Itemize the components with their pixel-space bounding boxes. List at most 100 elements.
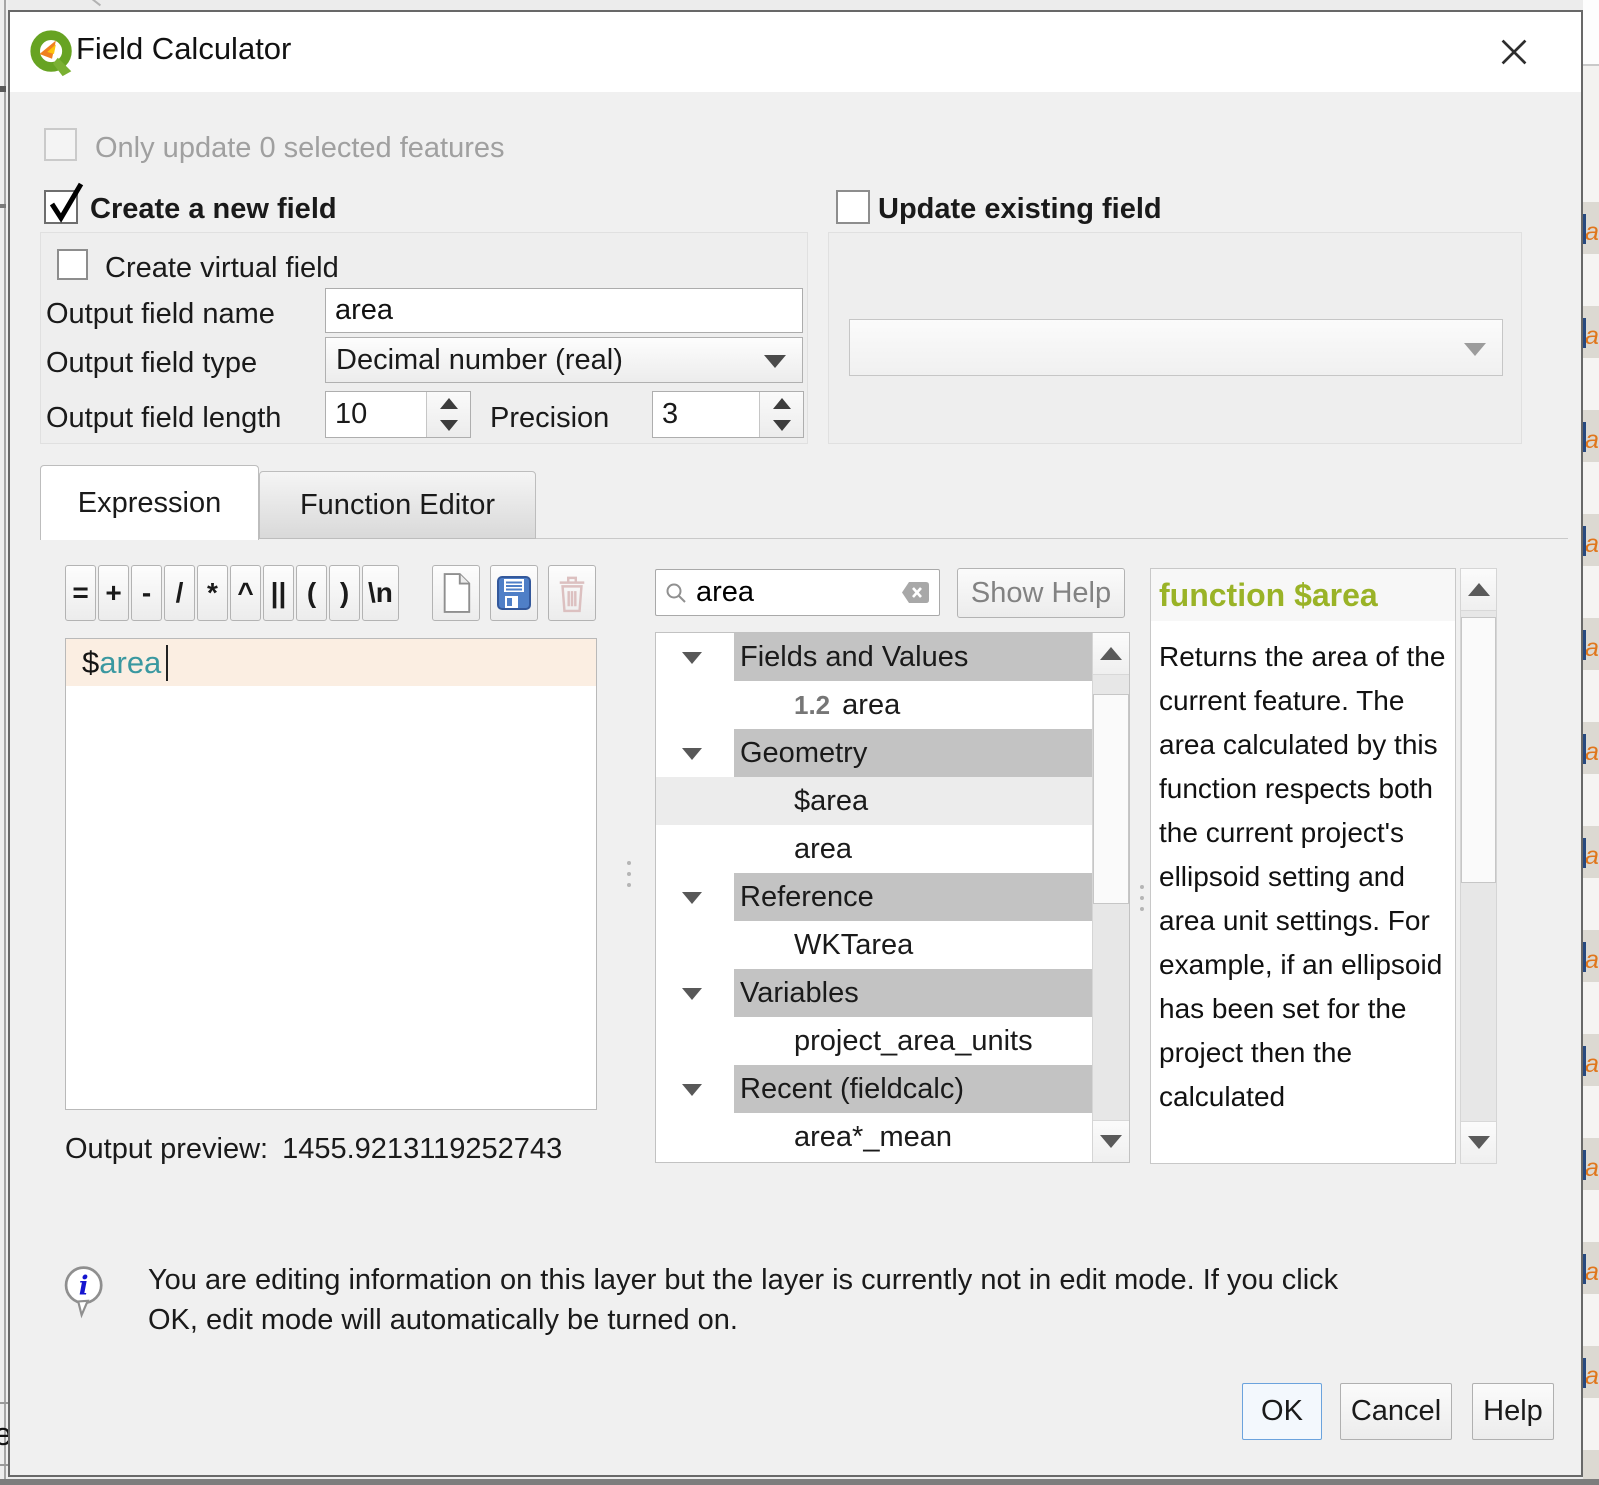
tree-group-fields-and-values[interactable]: Fields and Values <box>656 633 1092 681</box>
tree-item-dollar-area[interactable]: $area <box>656 777 1092 825</box>
decimal-field-type-icon: 1.2 <box>794 690 830 721</box>
update-existing-field-checkbox[interactable] <box>836 190 870 224</box>
tree-group-reference[interactable]: Reference <box>656 873 1092 921</box>
output-field-type-label: Output field type <box>46 347 257 380</box>
operator-concat-button[interactable]: || <box>263 565 294 621</box>
notice-line-1: You are editing information on this laye… <box>148 1260 1338 1300</box>
operator-close-paren-button[interactable]: ) <box>329 565 360 621</box>
show-help-button[interactable]: Show Help <box>957 568 1125 618</box>
create-new-field-checkbox[interactable] <box>44 190 78 224</box>
tree-group-label: Recent (fieldcalc) <box>740 1073 964 1106</box>
output-field-name-input[interactable] <box>325 288 803 333</box>
tree-group-recent-fieldcalc[interactable]: Recent (fieldcalc) <box>656 1065 1092 1113</box>
new-expression-button[interactable] <box>432 565 480 621</box>
scroll-down-icon[interactable] <box>1461 1121 1496 1163</box>
tree-item-project-area-units[interactable]: project_area_units <box>656 1017 1092 1065</box>
update-existing-field-label: Update existing field <box>878 193 1162 226</box>
ok-button[interactable]: OK <box>1242 1383 1322 1440</box>
operator-newline-button[interactable]: \n <box>362 565 399 621</box>
spin-up-icon[interactable] <box>427 392 470 415</box>
trash-icon <box>555 573 589 613</box>
splitter-handle[interactable] <box>625 844 633 904</box>
scrollbar-thumb[interactable] <box>1461 617 1496 883</box>
tree-group-label: Geometry <box>740 737 867 770</box>
collapse-arrow-icon[interactable] <box>682 652 702 664</box>
scrollbar-thumb[interactable] <box>1093 694 1129 904</box>
help-button-label: Help <box>1483 1395 1543 1428</box>
update-field-groupbox <box>828 232 1522 444</box>
operator-button-row: = + - / * ^ || ( ) \n <box>65 565 399 621</box>
expression-word-token: area <box>99 645 161 681</box>
scroll-down-icon[interactable] <box>1093 1120 1129 1162</box>
tree-item-wktarea[interactable]: WKTarea <box>656 921 1092 969</box>
svg-text:i: i <box>79 1272 89 1302</box>
tree-item-label: area <box>794 833 852 866</box>
background-app-top-sliver <box>8 0 1599 10</box>
close-icon[interactable] <box>1494 32 1534 72</box>
tree-item-field-area[interactable]: 1.2 area <box>656 681 1092 729</box>
tree-item-label: area <box>842 689 900 722</box>
delete-expression-button <box>548 565 596 621</box>
expression-editor[interactable]: $area <box>65 638 597 1110</box>
function-search-box[interactable] <box>655 569 940 616</box>
spin-up-icon[interactable] <box>760 392 803 415</box>
tree-item-area-mean[interactable]: area*_mean <box>656 1113 1092 1161</box>
qgis-logo-icon <box>28 26 78 80</box>
tree-item-area[interactable]: area <box>656 825 1092 873</box>
operator-power-button[interactable]: ^ <box>230 565 261 621</box>
cancel-button[interactable]: Cancel <box>1340 1383 1452 1440</box>
tab-expression[interactable]: Expression <box>40 465 259 540</box>
show-help-label: Show Help <box>971 577 1111 610</box>
tab-function-editor-label: Function Editor <box>300 489 495 522</box>
background-bottom-edge <box>0 1479 1599 1485</box>
output-field-name-label: Output field name <box>46 298 275 331</box>
tree-item-label: WKTarea <box>794 929 913 962</box>
output-field-length-label: Output field length <box>46 402 281 435</box>
collapse-arrow-icon[interactable] <box>682 748 702 760</box>
background-app-right-sliver: a a a a a a a a a a a a <box>1583 0 1599 1485</box>
tree-item-label: project_area_units <box>794 1025 1033 1058</box>
tree-group-variables[interactable]: Variables <box>656 969 1092 1017</box>
update-field-combobox <box>849 319 1503 376</box>
create-virtual-field-checkbox[interactable] <box>57 249 88 280</box>
tree-group-geometry[interactable]: Geometry <box>656 729 1092 777</box>
clear-backspace-icon[interactable] <box>899 579 931 606</box>
operator-divide-button[interactable]: / <box>164 565 195 621</box>
precision-label: Precision <box>490 402 609 435</box>
collapse-arrow-icon[interactable] <box>682 988 702 1000</box>
operator-multiply-button[interactable]: * <box>197 565 228 621</box>
tree-scrollbar[interactable] <box>1092 633 1129 1162</box>
operator-minus-button[interactable]: - <box>131 565 162 621</box>
operator-open-paren-button[interactable]: ( <box>296 565 327 621</box>
search-input[interactable] <box>696 576 899 609</box>
notice-line-2: OK, edit mode will automatically be turn… <box>148 1300 1338 1340</box>
precision-spinner[interactable]: 3 <box>652 391 804 438</box>
window-title: Field Calculator <box>76 31 291 67</box>
tab-function-editor[interactable]: Function Editor <box>259 471 536 539</box>
collapse-arrow-icon[interactable] <box>682 892 702 904</box>
operator-equals-button[interactable]: = <box>65 565 96 621</box>
only-update-selected-label: Only update 0 selected features <box>95 132 504 165</box>
operator-plus-button[interactable]: + <box>98 565 129 621</box>
ok-button-label: OK <box>1261 1395 1303 1428</box>
collapse-arrow-icon[interactable] <box>682 1084 702 1096</box>
background-app-left-sliver: e <box>0 0 8 1485</box>
tab-baseline <box>526 538 1568 539</box>
help-scrollbar[interactable] <box>1460 568 1497 1164</box>
field-calculator-dialog: Field Calculator Only update 0 selected … <box>8 10 1583 1477</box>
output-field-type-combobox[interactable]: Decimal number (real) <box>325 337 803 383</box>
output-field-length-spinner[interactable]: 10 <box>325 391 471 438</box>
screen: e a a a a a a a a a a a a Field Calculat… <box>0 0 1599 1485</box>
tree-item-label: area*_mean <box>794 1121 952 1154</box>
spin-down-icon[interactable] <box>760 415 803 438</box>
scroll-up-icon[interactable] <box>1093 633 1129 675</box>
splitter-handle[interactable] <box>1138 868 1146 928</box>
function-help-body: Returns the area of the current feature.… <box>1151 621 1455 1119</box>
spin-down-icon[interactable] <box>427 415 470 438</box>
scroll-up-icon[interactable] <box>1461 569 1496 611</box>
help-button[interactable]: Help <box>1472 1383 1554 1440</box>
save-expression-button[interactable] <box>490 565 538 621</box>
info-bubble-icon: i <box>62 1264 108 1320</box>
chevron-down-icon <box>764 355 786 368</box>
tree-group-label: Variables <box>740 977 859 1010</box>
